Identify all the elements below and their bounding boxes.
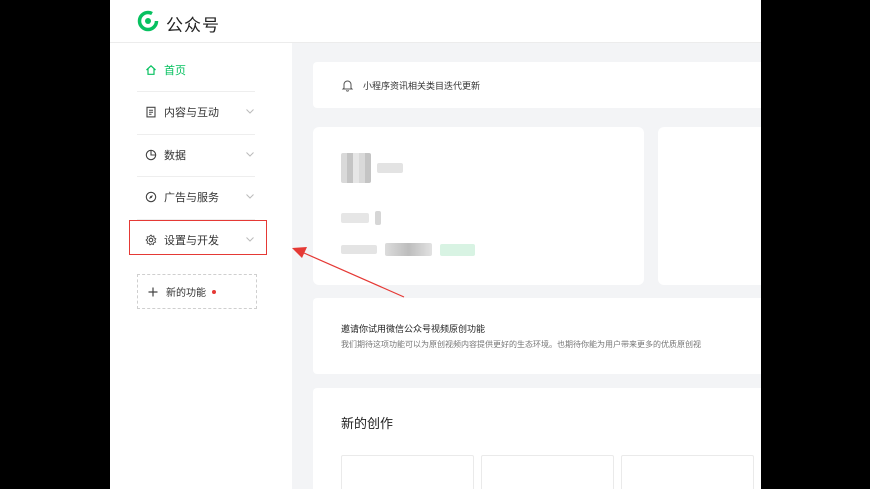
- new-feature-button[interactable]: 新的功能: [137, 274, 257, 309]
- account-meta-redacted: [385, 243, 432, 256]
- notice-text: 小程序资讯相关类目迭代更新: [363, 81, 481, 92]
- new-feature-label: 新的功能: [166, 288, 206, 299]
- account-status-badge: [440, 244, 475, 256]
- side-panel-card: [658, 127, 761, 285]
- account-name-redacted: [377, 163, 403, 173]
- sidebar-item-label: 首页: [164, 64, 186, 77]
- account-id-redacted: [375, 211, 381, 225]
- new-creation-card: 新的创作: [313, 388, 761, 489]
- sidebar-item-label: 广告与服务: [164, 191, 219, 204]
- plus-icon: [148, 287, 158, 296]
- chevron-down-icon[interactable]: [245, 106, 255, 116]
- creation-option[interactable]: [481, 455, 614, 489]
- account-meta-redacted: [341, 245, 377, 254]
- app-window: 公众号 首页 内容与互动 数据 广告与服务 设置与开发 新的功能 小程序资讯相关…: [110, 0, 761, 489]
- sidebar-item-ads-services[interactable]: 广告与服务: [137, 176, 255, 218]
- account-id-redacted: [341, 213, 369, 223]
- original-invite-title: 邀请你试用微信公众号视频原创功能: [341, 325, 486, 335]
- creation-option[interactable]: [621, 455, 754, 489]
- highlight-box: [129, 220, 267, 255]
- top-bar: 公众号: [110, 0, 761, 43]
- document-icon: [144, 105, 158, 119]
- sidebar-item-label: 内容与互动: [164, 106, 219, 119]
- home-icon: [144, 63, 158, 77]
- creation-option[interactable]: [341, 455, 474, 489]
- new-creation-title: 新的创作: [341, 417, 394, 432]
- app-title: 公众号: [166, 16, 220, 36]
- original-invite-card[interactable]: 邀请你试用微信公众号视频原创功能 我们期待这项功能可以为原创视频内容提供更好的生…: [313, 298, 761, 374]
- notice-bar[interactable]: 小程序资讯相关类目迭代更新: [313, 62, 761, 108]
- sidebar-item-data[interactable]: 数据: [137, 134, 255, 176]
- pie-chart-icon: [144, 148, 158, 162]
- original-invite-description: 我们期待这项功能可以为原创视频内容提供更好的生态环境。也期待你能为用户带来更多的…: [341, 340, 701, 349]
- sidebar-item-content[interactable]: 内容与互动: [137, 91, 255, 133]
- sidebar-item-home[interactable]: 首页: [137, 49, 255, 91]
- new-badge-dot: [212, 289, 216, 294]
- account-avatar: [341, 153, 371, 183]
- wechat-official-account-logo-icon[interactable]: [137, 10, 159, 32]
- sidebar-item-label: 数据: [164, 149, 186, 162]
- account-info-card: [313, 127, 644, 285]
- bell-icon: [341, 80, 354, 92]
- chevron-down-icon[interactable]: [245, 191, 255, 201]
- chevron-down-icon[interactable]: [245, 149, 255, 159]
- sidebar: 首页 内容与互动 数据 广告与服务 设置与开发 新的功能: [110, 43, 292, 489]
- compass-icon: [144, 190, 158, 204]
